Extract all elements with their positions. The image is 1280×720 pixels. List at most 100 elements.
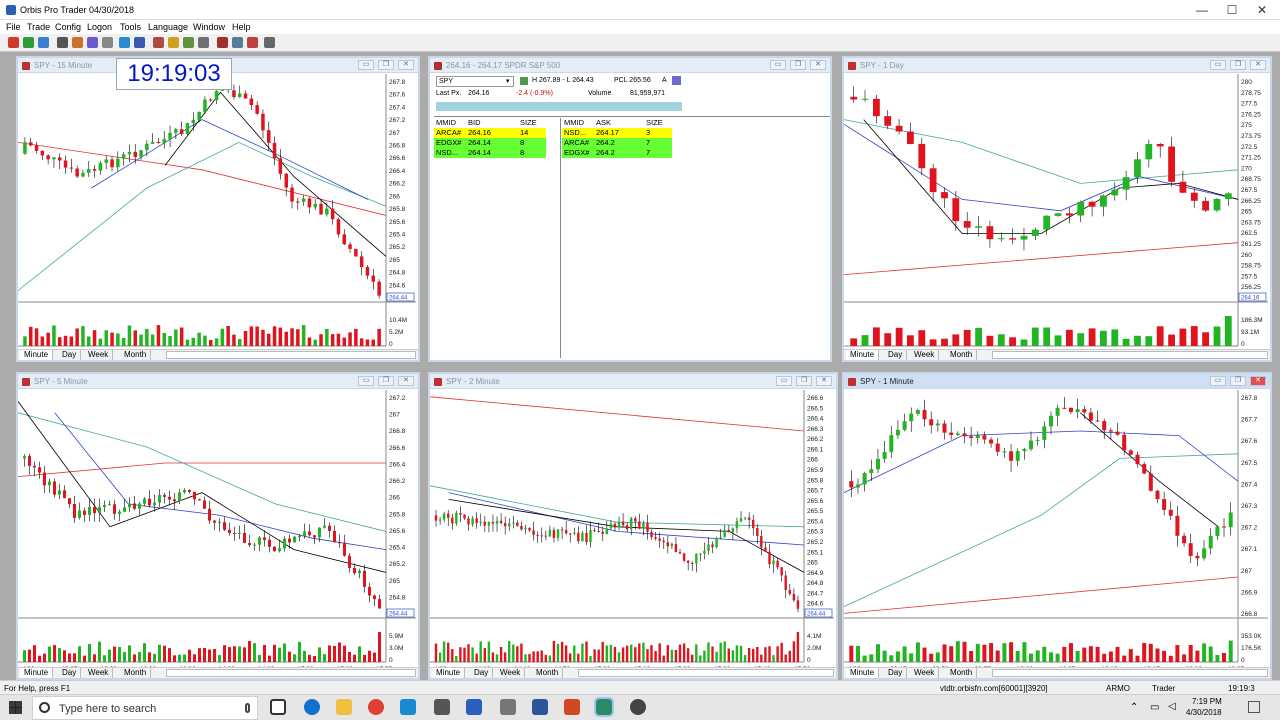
network-icon[interactable]: ▭ (1150, 702, 1159, 713)
panel-restore-button[interactable]: ❐ (1230, 376, 1246, 386)
panel-restore-button[interactable]: ❐ (790, 60, 806, 70)
gear-icon[interactable] (232, 37, 243, 48)
bid-row[interactable]: EDGX# 264.14 8 (434, 138, 546, 148)
tab-week[interactable]: Week (910, 668, 940, 678)
tab-month[interactable]: Month (946, 668, 978, 678)
taskbar-date[interactable]: 4/30/2018 (1186, 708, 1222, 717)
taskbar-time[interactable]: 7:19 PM (1192, 697, 1222, 706)
maximize-button[interactable]: ☐ (1221, 2, 1243, 18)
tab-day[interactable]: Day (884, 668, 908, 678)
tab-month[interactable]: Month (120, 350, 152, 360)
symbol-input[interactable]: SPY (436, 76, 514, 87)
tab-week[interactable]: Week (910, 350, 940, 360)
powerpoint-icon[interactable] (564, 699, 580, 715)
search-box[interactable]: Type here to search (32, 696, 258, 720)
zoom-icon[interactable] (119, 37, 130, 48)
ask-row[interactable]: ARCA# 264.2 7 (562, 138, 672, 148)
quote-icon[interactable] (57, 37, 68, 48)
price-chart[interactable]: 267.8 267.7 267.6 267.5 267.4 267.3 267.2 267.1… (844, 390, 1270, 668)
tab-minute[interactable]: Minute (20, 668, 54, 678)
print-icon[interactable] (264, 37, 275, 48)
app-icon[interactable] (434, 699, 450, 715)
bid-row[interactable]: NSD... 264.14 8 (434, 148, 546, 158)
panel-close-button[interactable]: ✕ (398, 60, 414, 70)
menu-file[interactable]: File (6, 22, 21, 32)
ask-row[interactable]: NSD... 264.17 3 (562, 128, 672, 138)
horizontal-scrollbar[interactable] (578, 669, 834, 677)
edge-icon[interactable] (304, 699, 320, 715)
close-button[interactable]: ✕ (1251, 2, 1273, 18)
price-chart[interactable]: 267.2 267 266.8 266.6 266.4 266.2 266 265.8 265.… (18, 390, 418, 668)
task-view-icon[interactable] (270, 699, 286, 715)
file-explorer-icon[interactable] (336, 699, 352, 715)
panel-close-button[interactable]: ✕ (398, 376, 414, 386)
tools-icon[interactable] (102, 37, 113, 48)
app-icon[interactable] (400, 699, 416, 715)
price-chart[interactable]: 266.6 266.5 266.4 266.3 266.2 266.1 266 265.9 26… (430, 390, 836, 668)
tree-icon[interactable] (183, 37, 194, 48)
menu-help[interactable]: Help (232, 22, 251, 32)
panel-minimize-button[interactable]: ▭ (1210, 376, 1226, 386)
order-icon[interactable] (8, 37, 19, 48)
windows-start-icon[interactable] (9, 701, 22, 714)
panel-close-button[interactable]: ✕ (1250, 376, 1266, 386)
menu-tools[interactable]: Tools (120, 22, 141, 32)
microphone-icon[interactable] (245, 703, 250, 713)
horizontal-scrollbar[interactable] (166, 669, 416, 677)
app-icon[interactable] (630, 699, 646, 715)
dollar-icon[interactable] (23, 37, 34, 48)
app-icon[interactable] (466, 699, 482, 715)
panel-minimize-button[interactable]: ▭ (770, 60, 786, 70)
tab-month[interactable]: Month (120, 668, 152, 678)
tab-day[interactable]: Day (470, 668, 494, 678)
tab-week[interactable]: Week (84, 668, 114, 678)
mail-icon[interactable] (198, 37, 209, 48)
tab-month[interactable]: Month (946, 350, 978, 360)
ask-row[interactable]: EDGX# 264.2 7 (562, 148, 672, 158)
bid-row[interactable]: ARCA# 264.16 14 (434, 128, 546, 138)
clock-icon[interactable] (247, 37, 258, 48)
tab-week[interactable]: Week (84, 350, 114, 360)
notifications-icon[interactable] (1248, 701, 1260, 713)
panel-title-bar[interactable]: SPY - 1 Minute ▭ ❐ ✕ (844, 374, 1270, 389)
panel-title-bar[interactable]: SPY - 2 Minute ▭ ❐ ✕ (430, 374, 836, 389)
panel-minimize-button[interactable]: ▭ (358, 376, 374, 386)
tab-day[interactable]: Day (58, 350, 82, 360)
orbis-trader-icon[interactable] (594, 697, 614, 717)
refresh-icon[interactable] (38, 37, 49, 48)
panel-close-button[interactable]: ✕ (810, 60, 826, 70)
menu-logon[interactable]: Logon (87, 22, 112, 32)
price-chart[interactable]: 267.8 267.6 267.4 267.2 267 266.8 266.6 266.4 26… (18, 74, 418, 350)
volume-icon[interactable]: ◁ (1168, 701, 1176, 712)
panel-title-bar[interactable]: SPY - 1 Day ▭ ❐ ✕ (844, 58, 1270, 73)
word-icon[interactable] (532, 699, 548, 715)
price-chart[interactable]: 280 278.75 277.5 276.25 275 273.75 272.5 271.25… (844, 74, 1270, 350)
people-icon[interactable]: ⌃ (1130, 702, 1138, 713)
panel-title-bar[interactable]: 264.16 - 264.17 SPDR S&P 500 ▭ ❐ ✕ (430, 58, 830, 73)
tab-week[interactable]: Week (496, 668, 526, 678)
horizontal-scrollbar[interactable] (166, 351, 416, 359)
menu-window[interactable]: Window (193, 22, 225, 32)
settings-icon[interactable] (217, 37, 228, 48)
panel-minimize-button[interactable]: ▭ (1210, 60, 1226, 70)
tab-month[interactable]: Month (532, 668, 564, 678)
minimize-button[interactable]: — (1191, 2, 1213, 18)
chart-icon[interactable] (134, 37, 145, 48)
panel-restore-button[interactable]: ❐ (796, 376, 812, 386)
menu-trade[interactable]: Trade (27, 22, 50, 32)
horizontal-scrollbar[interactable] (992, 351, 1268, 359)
tab-day[interactable]: Day (884, 350, 908, 360)
tab-minute[interactable]: Minute (846, 350, 880, 360)
tab-minute[interactable]: Minute (432, 668, 466, 678)
menu-language[interactable]: Language (148, 22, 188, 32)
tab-minute[interactable]: Minute (846, 668, 880, 678)
app-icon[interactable] (500, 699, 516, 715)
panel-restore-button[interactable]: ❐ (378, 376, 394, 386)
chrome-icon[interactable] (368, 699, 384, 715)
tab-day[interactable]: Day (58, 668, 82, 678)
chevron-down-icon[interactable]: ▾ (506, 77, 510, 85)
link-icon[interactable] (520, 77, 528, 85)
panel-minimize-button[interactable]: ▭ (358, 60, 374, 70)
horizontal-scrollbar[interactable] (992, 669, 1268, 677)
panel-restore-button[interactable]: ❐ (1230, 60, 1246, 70)
